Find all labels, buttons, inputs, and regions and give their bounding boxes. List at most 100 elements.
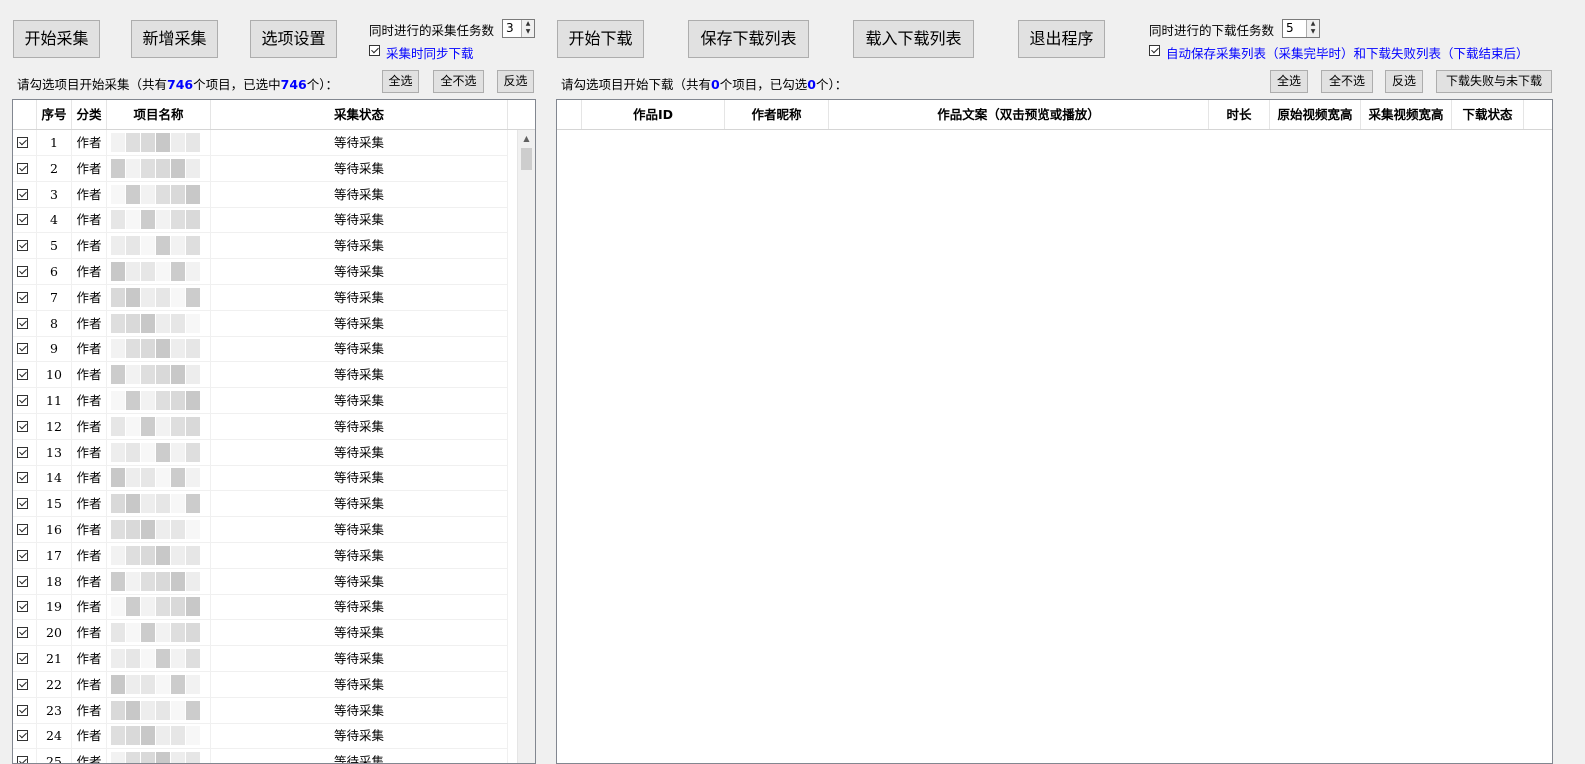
collect-list[interactable]: 序号 分类 项目名称 采集状态 1 作者 等待采集 2 作者 等待采集 3 作者 等待采集 4 作者… xyxy=(12,99,536,764)
row-check-cell[interactable] xyxy=(13,130,37,155)
scroll-thumb[interactable] xyxy=(521,148,532,170)
row-checkbox[interactable] xyxy=(17,162,28,174)
row-checkbox[interactable] xyxy=(17,446,28,458)
table-row[interactable]: 10 作者 等待采集 xyxy=(13,362,508,389)
header-category[interactable]: 分类 xyxy=(72,100,107,129)
header-collect-status[interactable]: 采集状态 xyxy=(211,100,508,129)
header-author-nickname[interactable]: 作者昵称 xyxy=(725,100,829,129)
table-row[interactable]: 4 作者 等待采集 xyxy=(13,207,508,234)
row-check-cell[interactable] xyxy=(13,465,37,491)
row-check-cell[interactable] xyxy=(13,233,37,259)
table-row[interactable]: 12 作者 等待采集 xyxy=(13,413,508,440)
failed-undownloaded-button[interactable]: 下载失败与未下载 xyxy=(1436,70,1552,93)
row-checkbox[interactable] xyxy=(17,343,28,355)
row-checkbox[interactable] xyxy=(17,291,28,303)
row-checkbox[interactable] xyxy=(17,549,28,561)
collect-tasks-spinner[interactable]: 3 ▲ ▼ xyxy=(502,19,535,38)
row-check-cell[interactable] xyxy=(13,284,37,310)
header-check-column[interactable] xyxy=(13,100,37,129)
table-row[interactable]: 19 作者 等待采集 xyxy=(13,594,508,621)
start-download-button[interactable]: 开始下载 xyxy=(557,20,644,58)
row-check-cell[interactable] xyxy=(13,749,37,763)
row-check-cell[interactable] xyxy=(13,439,37,465)
row-check-cell[interactable] xyxy=(13,310,37,336)
row-check-cell[interactable] xyxy=(13,259,37,284)
header-work-id[interactable]: 作品ID xyxy=(582,100,725,129)
row-checkbox[interactable] xyxy=(17,627,28,639)
row-checkbox[interactable] xyxy=(17,678,28,690)
table-row[interactable]: 7 作者 等待采集 xyxy=(13,284,508,311)
row-checkbox[interactable] xyxy=(17,214,28,226)
row-checkbox[interactable] xyxy=(17,420,28,432)
row-checkbox[interactable] xyxy=(17,524,28,535)
row-checkbox[interactable] xyxy=(17,188,28,200)
table-row[interactable]: 1 作者 等待采集 xyxy=(13,130,508,156)
row-checkbox[interactable] xyxy=(17,266,28,277)
download-select-none-button[interactable]: 全不选 xyxy=(1321,70,1373,93)
collect-select-all-button[interactable]: 全选 xyxy=(382,70,419,93)
row-check-cell[interactable] xyxy=(13,594,37,620)
collect-select-none-button[interactable]: 全不选 xyxy=(433,70,484,93)
autosave-checkbox[interactable] xyxy=(1149,45,1160,56)
start-collect-button[interactable]: 开始采集 xyxy=(13,20,100,58)
spin-up-icon[interactable]: ▲ xyxy=(522,20,534,28)
scroll-up-icon[interactable]: ▲ xyxy=(518,132,535,146)
row-check-cell[interactable] xyxy=(13,155,37,181)
table-row[interactable]: 13 作者 等待采集 xyxy=(13,439,508,466)
spin-down-icon[interactable]: ▼ xyxy=(1307,28,1319,36)
exit-button[interactable]: 退出程序 xyxy=(1018,20,1105,58)
row-checkbox[interactable] xyxy=(17,240,28,252)
row-check-cell[interactable] xyxy=(13,671,37,697)
table-row[interactable]: 3 作者 等待采集 xyxy=(13,181,508,208)
spin-down-icon[interactable]: ▼ xyxy=(522,28,534,36)
table-row[interactable]: 18 作者 等待采集 xyxy=(13,568,508,595)
header-original-size[interactable]: 原始视频宽高 xyxy=(1270,100,1361,129)
row-checkbox[interactable] xyxy=(17,601,28,613)
table-row[interactable]: 21 作者 等待采集 xyxy=(13,646,508,672)
table-row[interactable]: 20 作者 等待采集 xyxy=(13,620,508,647)
table-row[interactable]: 14 作者 等待采集 xyxy=(13,465,508,492)
row-checkbox[interactable] xyxy=(17,317,28,329)
row-check-cell[interactable] xyxy=(13,336,37,362)
spin-up-icon[interactable]: ▲ xyxy=(1307,20,1319,28)
collect-invert-button[interactable]: 反选 xyxy=(497,70,534,93)
header-check-column[interactable] xyxy=(557,100,582,129)
row-checkbox[interactable] xyxy=(17,137,28,148)
row-checkbox[interactable] xyxy=(17,653,28,664)
table-row[interactable]: 23 作者 等待采集 xyxy=(13,697,508,724)
header-project-name[interactable]: 项目名称 xyxy=(107,100,211,129)
header-duration[interactable]: 时长 xyxy=(1209,100,1270,129)
row-check-cell[interactable] xyxy=(13,568,37,594)
row-check-cell[interactable] xyxy=(13,362,37,388)
download-list[interactable]: 作品ID 作者昵称 作品文案（双击预览或播放） 时长 原始视频宽高 采集视频宽高… xyxy=(556,99,1553,764)
row-checkbox[interactable] xyxy=(17,704,28,716)
collect-list-scrollbar[interactable]: ▲ xyxy=(517,130,535,763)
row-checkbox[interactable] xyxy=(17,395,28,406)
header-no[interactable]: 序号 xyxy=(37,100,72,129)
row-checkbox[interactable] xyxy=(17,369,28,381)
table-row[interactable]: 16 作者 等待采集 xyxy=(13,517,508,543)
table-row[interactable]: 8 作者 等待采集 xyxy=(13,310,508,337)
row-check-cell[interactable] xyxy=(13,542,37,568)
row-checkbox[interactable] xyxy=(17,730,28,742)
table-row[interactable]: 5 作者 等待采集 xyxy=(13,233,508,260)
download-select-all-button[interactable]: 全选 xyxy=(1270,70,1308,93)
row-checkbox[interactable] xyxy=(17,472,28,484)
table-row[interactable]: 11 作者 等待采集 xyxy=(13,388,508,414)
row-check-cell[interactable] xyxy=(13,491,37,517)
row-check-cell[interactable] xyxy=(13,517,37,542)
table-row[interactable]: 2 作者 等待采集 xyxy=(13,155,508,182)
row-checkbox[interactable] xyxy=(17,756,28,763)
row-check-cell[interactable] xyxy=(13,697,37,723)
header-work-caption[interactable]: 作品文案（双击预览或播放） xyxy=(829,100,1209,129)
table-row[interactable]: 24 作者 等待采集 xyxy=(13,723,508,750)
add-collect-button[interactable]: 新增采集 xyxy=(131,20,218,58)
table-row[interactable]: 9 作者 等待采集 xyxy=(13,336,508,363)
table-row[interactable]: 6 作者 等待采集 xyxy=(13,259,508,285)
row-check-cell[interactable] xyxy=(13,620,37,646)
table-row[interactable]: 22 作者 等待采集 xyxy=(13,671,508,698)
table-row[interactable]: 25 作者 等待采集 xyxy=(13,749,508,763)
table-row[interactable]: 15 作者 等待采集 xyxy=(13,491,508,518)
header-download-status[interactable]: 下载状态 xyxy=(1452,100,1524,129)
header-collected-size[interactable]: 采集视频宽高 xyxy=(1361,100,1452,129)
